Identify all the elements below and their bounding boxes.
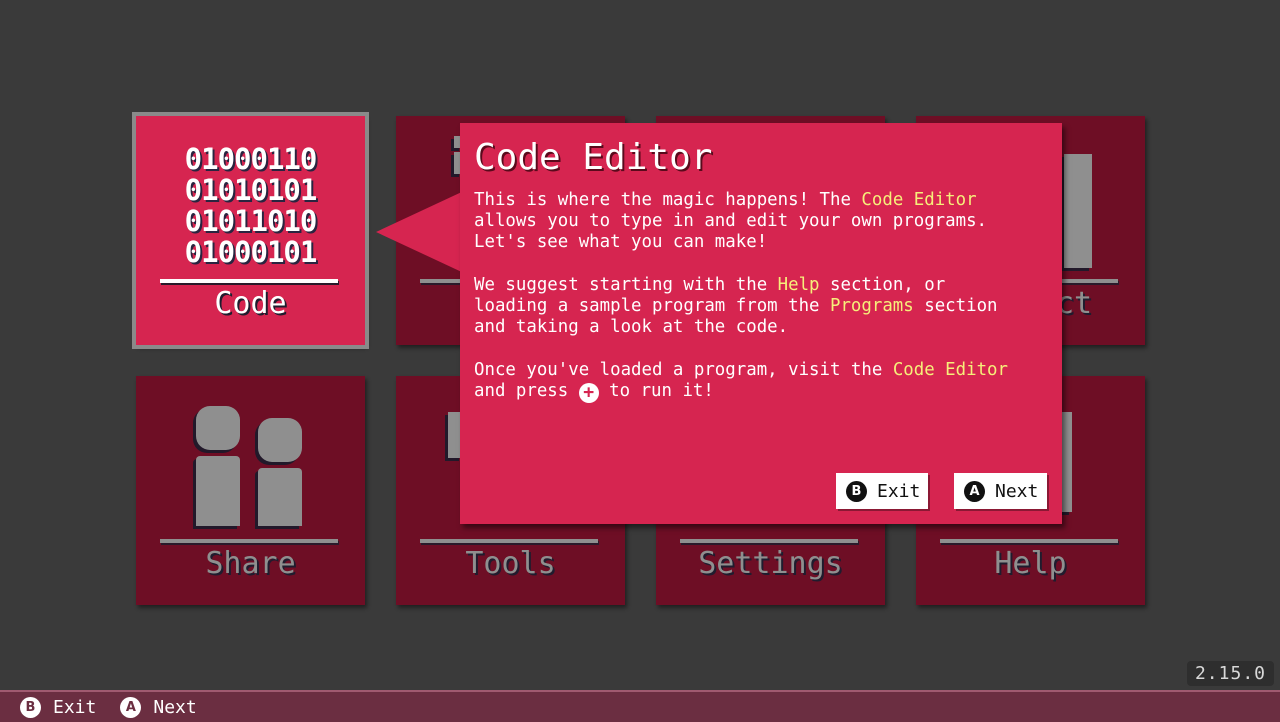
footer-next-button[interactable]: A Next: [120, 696, 197, 718]
b-button-icon: B: [846, 480, 867, 502]
tooltip-body: This is where the magic happens! The Cod…: [474, 190, 1054, 403]
tooltip-pointer: [376, 190, 466, 274]
binary-line: 01000110: [184, 142, 318, 176]
binary-code-icon: 01000110 01010101 01011010 01000101: [136, 144, 365, 268]
highlight-programs: Programs: [829, 296, 914, 317]
body-text: to run it!: [598, 380, 714, 401]
footer-bar: B Exit A Next: [0, 690, 1280, 722]
body-text: This is where the magic happens! The: [474, 190, 862, 210]
help-icon: [1062, 412, 1072, 512]
tile-divider: [160, 539, 338, 543]
person-head-icon: [196, 406, 240, 450]
tile-label: Help: [994, 546, 1067, 581]
binary-line: 01011010: [184, 204, 318, 238]
tile-divider: [940, 539, 1118, 543]
body-text: and press: [474, 380, 569, 401]
footer-next-label: Next: [153, 696, 197, 718]
next-label: Next: [995, 480, 1039, 502]
footer-exit-button[interactable]: B Exit: [20, 696, 97, 718]
tile-code[interactable]: 01000110 01010101 01011010 01000101 Code: [132, 112, 369, 349]
binary-line: 01000101: [184, 235, 318, 269]
tile-label: Share: [205, 546, 296, 581]
tile-label: ct: [1056, 286, 1093, 321]
tile-label: Tools: [465, 546, 556, 581]
tooltip-exit-button[interactable]: B Exit: [836, 473, 928, 509]
exit-label: Exit: [877, 480, 921, 502]
tile-divider: [420, 539, 598, 543]
person-body-icon: [196, 456, 240, 526]
tile-divider: [680, 539, 858, 543]
a-button-icon: A: [120, 696, 142, 718]
tile-divider: [160, 279, 338, 283]
tile-label: Settings: [698, 546, 843, 581]
highlight-code-editor: Code Editor: [892, 359, 1008, 380]
person-head-icon: [258, 418, 302, 462]
tooltip-panel: Code Editor This is where the magic happ…: [460, 123, 1062, 524]
tile-share[interactable]: Share: [136, 376, 365, 605]
tile-label: Code: [214, 286, 287, 321]
highlight-code-editor: Code Editor: [861, 190, 977, 210]
b-button-icon: B: [20, 696, 41, 718]
person-body-icon: [258, 468, 302, 526]
highlight-help: Help: [777, 274, 820, 295]
footer-exit-label: Exit: [53, 696, 97, 718]
plus-button-icon: +: [578, 382, 599, 403]
tooltip-title: Code Editor: [474, 137, 713, 178]
binary-line: 01010101: [184, 173, 318, 207]
version-label: 2.15.0: [1186, 661, 1274, 686]
project-icon: [1064, 154, 1092, 268]
a-button-icon: A: [964, 480, 985, 502]
tooltip-next-button[interactable]: A Next: [954, 473, 1047, 509]
